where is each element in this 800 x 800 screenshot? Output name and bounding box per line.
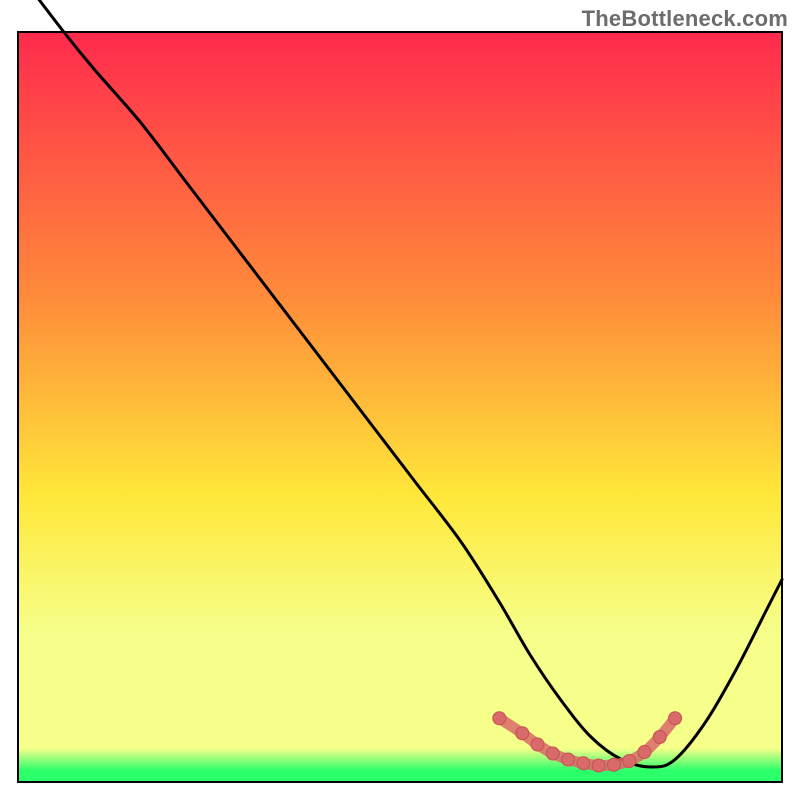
marker-dot xyxy=(516,727,529,740)
marker-dot xyxy=(669,712,682,725)
marker-dot xyxy=(653,731,666,744)
chart-stage: TheBottleneck.com xyxy=(0,0,800,800)
plot-area xyxy=(18,0,782,782)
gradient-background xyxy=(18,32,782,782)
marker-dot xyxy=(562,753,575,766)
marker-dot xyxy=(592,759,605,772)
bottleneck-chart xyxy=(0,0,800,800)
marker-dot xyxy=(493,712,506,725)
marker-dot xyxy=(623,755,636,768)
marker-dot xyxy=(638,746,651,759)
marker-dot xyxy=(546,747,559,760)
marker-dot xyxy=(577,757,590,770)
marker-dot xyxy=(531,738,544,751)
marker-dot xyxy=(607,758,620,771)
watermark-text: TheBottleneck.com xyxy=(582,6,788,32)
